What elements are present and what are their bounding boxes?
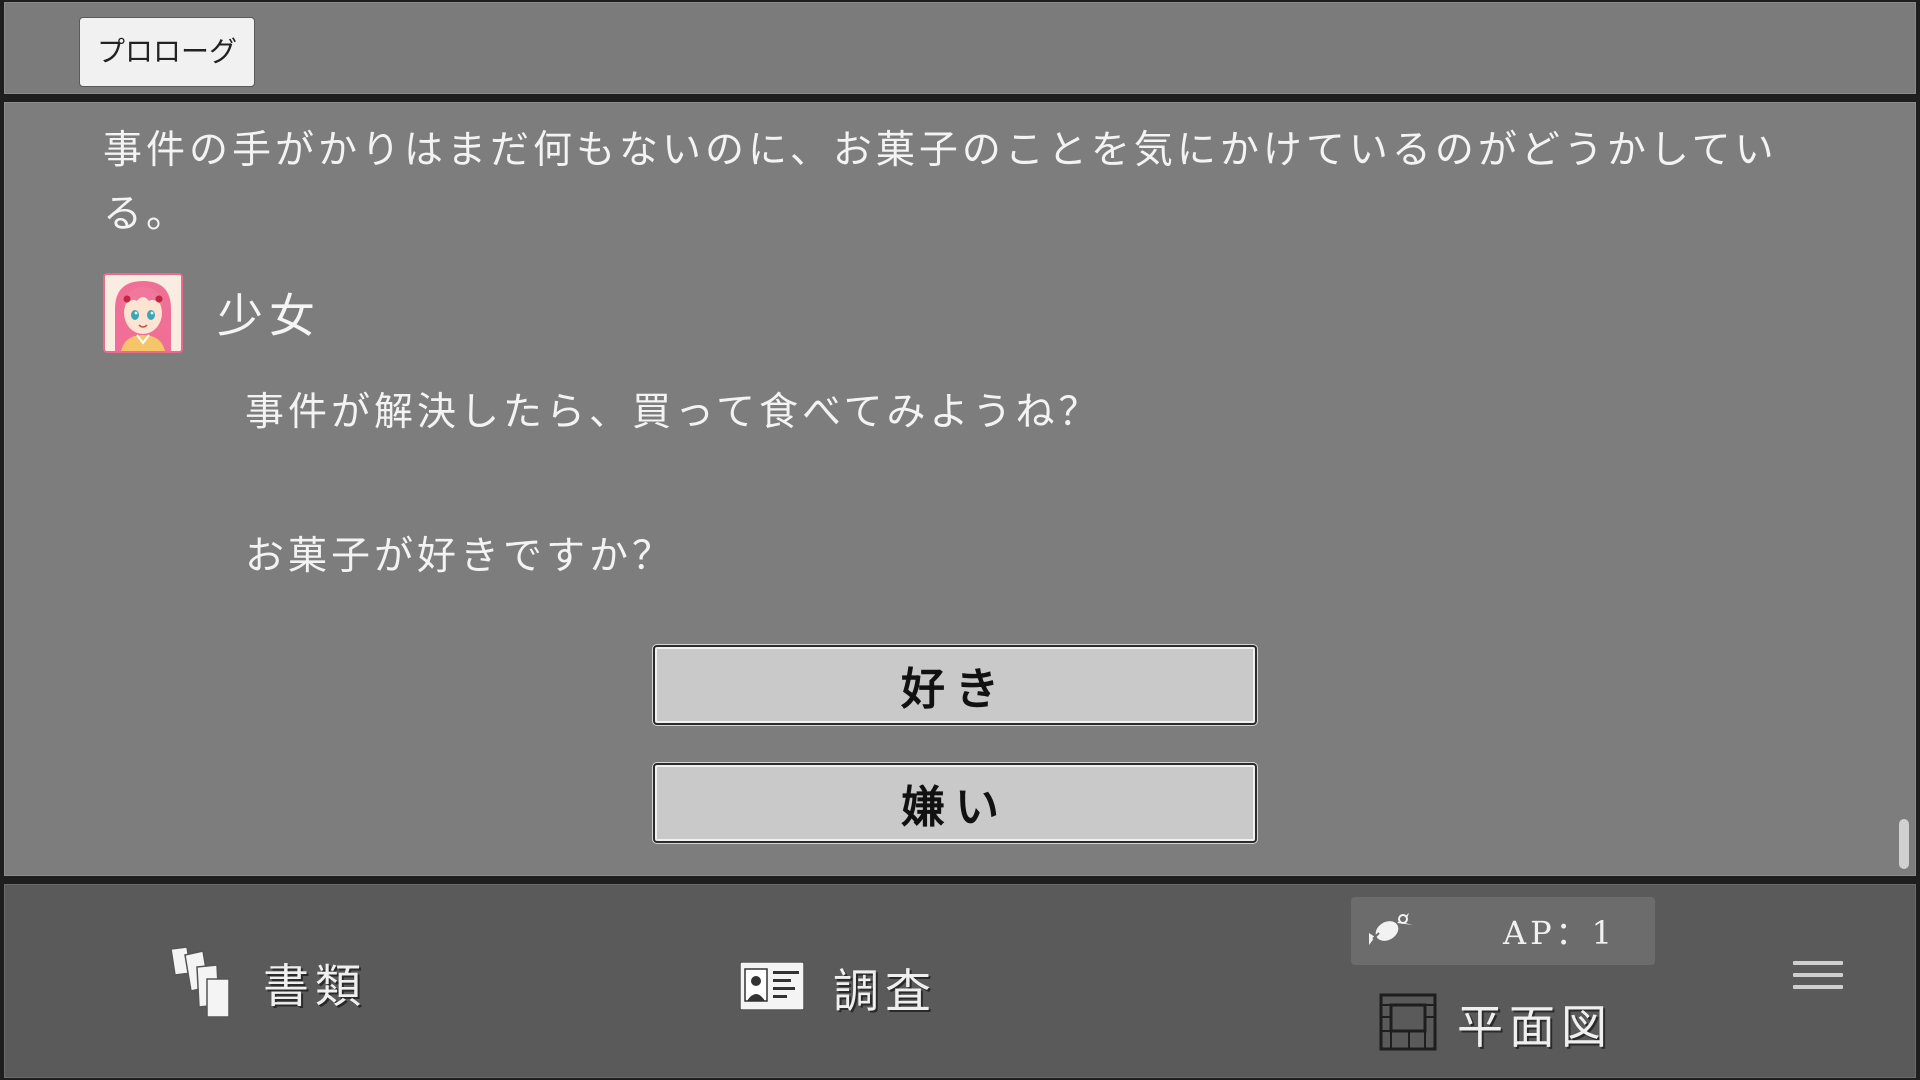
- investigate-button[interactable]: 調査: [739, 955, 937, 1021]
- bottom-nav-bar: 書類 調査 AP：1 平面図: [4, 884, 1916, 1078]
- candy-icon: [1365, 909, 1417, 953]
- ap-indicator: AP：1: [1351, 897, 1655, 965]
- ap-text: AP：1: [1503, 914, 1617, 952]
- dialogue-line: お菓子が好きですか？: [245, 534, 676, 579]
- log-scrollbar-thumb[interactable]: [1899, 819, 1909, 869]
- choice-dislike-button[interactable]: 嫌い: [653, 763, 1257, 843]
- speaker-row: 少女: [103, 271, 321, 355]
- floor-plan-label: 平面図: [1457, 1000, 1613, 1054]
- floor-plan-button[interactable]: 平面図: [1379, 991, 1613, 1057]
- id-card-icon: [739, 961, 805, 1015]
- hamburger-menu-icon[interactable]: [1793, 961, 1843, 997]
- documents-label: 書類: [263, 959, 367, 1013]
- chapter-button[interactable]: プロローグ: [79, 17, 255, 87]
- choice-label: 嫌い: [901, 782, 1009, 833]
- top-bar: プロローグ: [4, 2, 1916, 94]
- dialogue-block: 事件が解決したら、買って食べてみようね？ お菓子が好きですか？: [245, 381, 1102, 589]
- investigate-label: 調査: [833, 964, 937, 1018]
- chapter-label: プロローグ: [96, 35, 237, 68]
- dialogue-line: 事件が解決したら、買って食べてみようね？: [245, 390, 1102, 435]
- speaker-name: 少女: [217, 289, 321, 343]
- girl-portrait-icon: [103, 273, 183, 353]
- documents-icon: [167, 943, 239, 1023]
- message-log-panel[interactable]: 事件の手がかりはまだ何もないのに、お菓子のことを気にかけているのがどうかしている…: [4, 102, 1916, 876]
- game-screen: プロローグ 事件の手がかりはまだ何もないのに、お菓子のことを気にかけているのがど…: [0, 0, 1920, 1080]
- narration-text: 事件の手がかりはまだ何もないのに、お菓子のことを気にかけているのがどうかしている…: [103, 128, 1778, 237]
- choice-like-button[interactable]: 好き: [653, 645, 1257, 725]
- choice-label: 好き: [901, 664, 1009, 715]
- documents-button[interactable]: 書類: [167, 943, 367, 1023]
- floor-plan-icon: [1379, 993, 1437, 1055]
